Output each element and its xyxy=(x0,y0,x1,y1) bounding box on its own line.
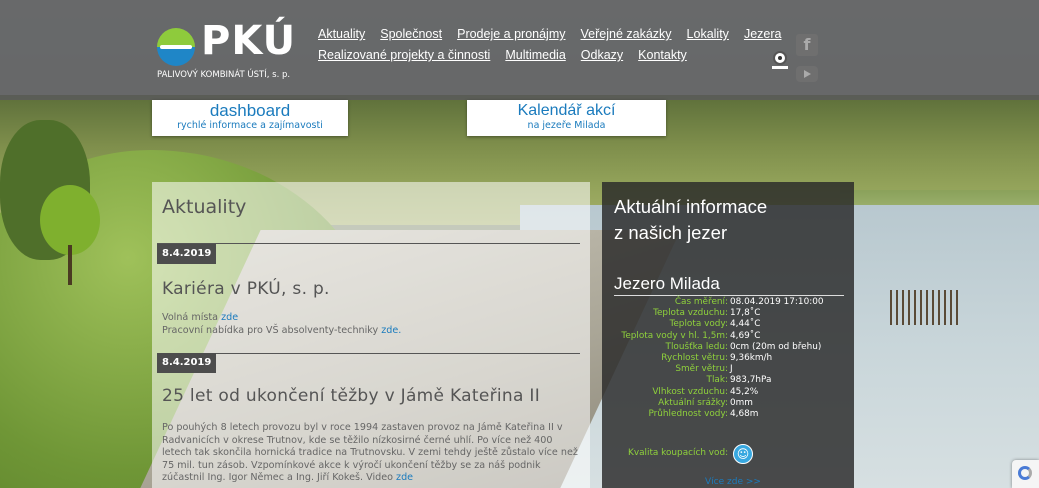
measurement-value: 0cm (20m od břehu) xyxy=(730,341,822,352)
news-link[interactable]: zde xyxy=(221,312,238,323)
measurement-row: Směr větru: J xyxy=(602,364,854,375)
measurement-label: Směr větru: xyxy=(675,364,728,375)
nav-verejne-zakazky[interactable]: Veřejné zakázky xyxy=(581,27,672,41)
lake-name: Jezero Milada xyxy=(614,274,720,293)
recaptcha-badge[interactable] xyxy=(1012,460,1039,488)
logo-drop-icon xyxy=(157,28,195,66)
tab-kalendar-akci[interactable]: Kalendář akcí na jezeře Milada xyxy=(467,100,666,136)
news-date: 8.4.2019 xyxy=(157,244,217,264)
quality-label: Kvalita koupacích vod: xyxy=(628,448,729,458)
measurement-label: Vlhkost vzduchu: xyxy=(652,386,728,397)
measurement-list: Čas měření: 08.04.2019 17:10:00 Teplota vz… xyxy=(602,297,854,420)
news-body: Volná místa zde Pracovní nabídka pro VŠ … xyxy=(162,312,582,337)
measurement-label: Tloušťka ledu: xyxy=(665,341,728,352)
measurement-row: Vlhkost vzduchu: 45,2% xyxy=(602,387,854,398)
news-date: 8.4.2019 xyxy=(157,353,217,373)
measurement-value: 0mm xyxy=(730,397,753,408)
webcam-stand xyxy=(772,66,788,69)
news-text: Po pouhých 8 letech provozu byl v roce 1… xyxy=(162,422,578,484)
news-body: Po pouhých 8 letech provozu byl v roce 1… xyxy=(162,422,582,485)
measurement-row: Teplota vzduchu: 17,8˚C xyxy=(602,308,854,319)
measurement-value: J xyxy=(730,364,733,375)
measurement-row: Průhlednost vody: 4,68m xyxy=(602,409,854,420)
news-title[interactable]: Kariéra v PKÚ, s. p. xyxy=(162,279,330,299)
site-header: PKÚ PALIVOVÝ KOMBINÁT ÚSTÍ, s. p. Aktual… xyxy=(0,0,1039,100)
youtube-icon[interactable] xyxy=(796,66,818,82)
lake-info-panel: Aktuální informace z našich jezer Jezero … xyxy=(602,182,854,488)
info-heading: Aktuální informace z našich jezer xyxy=(614,194,767,246)
nav-prodeje[interactable]: Prodeje a pronájmy xyxy=(457,27,565,41)
measurement-label: Rychlost větru: xyxy=(661,352,728,363)
more-link[interactable]: Více zde >> xyxy=(705,477,761,487)
measurement-label: Průhlednost vody: xyxy=(648,408,728,419)
measurement-value: 17,8˚C xyxy=(730,308,761,319)
tab-dashboard[interactable]: dashboard rychlé informace a zajímavosti xyxy=(152,100,348,136)
measurement-value: 4,44˚C xyxy=(730,319,761,330)
nav-row-1: Aktuality Společnost Prodeje a pronájmy … xyxy=(318,27,788,41)
measurement-row: Rychlost větru: 9,36km/h xyxy=(602,353,854,364)
info-heading-line1: Aktuální informace xyxy=(614,196,768,217)
measurement-value: 9,36km/h xyxy=(730,352,773,363)
measurement-row: Teplota vody v hl. 1,5m: 4,69˚C xyxy=(602,331,854,342)
nav-row-2: Realizované projekty a činnosti Multimed… xyxy=(318,48,788,62)
news-heading: Aktuality xyxy=(162,196,247,218)
measurement-row: Čas měření: 08.04.2019 17:10:00 xyxy=(602,297,854,308)
tab-kalendar-title: Kalendář akcí xyxy=(517,102,616,119)
logo-text: PKÚ xyxy=(201,18,297,64)
nav-aktuality[interactable]: Aktuality xyxy=(318,27,365,41)
info-heading-line2: z našich jezer xyxy=(614,222,728,243)
facebook-icon[interactable]: f xyxy=(796,34,818,56)
news-panel: Aktuality 8.4.2019 Kariéra v PKÚ, s. p. … xyxy=(152,182,590,488)
measurement-row: Tlak: 983,7hPa xyxy=(602,375,854,386)
nav-odkazy[interactable]: Odkazy xyxy=(581,48,623,62)
measurement-label: Čas měření: xyxy=(674,297,728,307)
measurement-label: Teplota vzduchu: xyxy=(653,308,728,319)
measurement-row: Aktuální srážky: 0mm xyxy=(602,398,854,409)
measurement-value: 4,69˚C xyxy=(730,330,761,341)
news-link[interactable]: zde xyxy=(396,472,413,483)
tab-dashboard-title: dashboard xyxy=(209,101,291,120)
news-text: Volná místa xyxy=(162,312,222,323)
measurement-label: Tlak: xyxy=(706,375,728,386)
news-divider xyxy=(157,353,580,354)
social-links: f xyxy=(796,34,818,82)
tab-dashboard-subtitle: rychlé informace a zajímavosti xyxy=(177,120,323,131)
measurement-value: 08.04.2019 17:10:00 xyxy=(730,297,824,307)
nav-kontakty[interactable]: Kontakty xyxy=(638,48,687,62)
nav-lokality[interactable]: Lokality xyxy=(687,27,729,41)
nav-multimedia[interactable]: Multimedia xyxy=(505,48,565,62)
measurement-value: 983,7hPa xyxy=(730,375,772,386)
measurement-value: 45,2% xyxy=(730,386,759,397)
smiley-icon: ☺ xyxy=(733,444,753,464)
site-logo[interactable]: PKÚ PALIVOVÝ KOMBINÁT ÚSTÍ, s. p. xyxy=(157,18,307,84)
measurement-label: Teplota vody v hl. 1,5m: xyxy=(621,330,728,341)
nav-realizovane-projekty[interactable]: Realizované projekty a činnosti xyxy=(318,48,490,62)
measurement-row: Tloušťka ledu: 0cm (20m od břehu) xyxy=(602,342,854,353)
webcam-icon[interactable] xyxy=(773,51,787,65)
nav-spolecnost[interactable]: Společnost xyxy=(380,27,442,41)
tab-kalendar-subtitle: na jezeře Milada xyxy=(527,120,606,131)
measurement-value: 4,68m xyxy=(730,408,759,419)
news-text: Pracovní nabídka pro VŠ absolventy-techn… xyxy=(162,324,382,336)
measurement-row: Teplota vody: 4,44˚C xyxy=(602,319,854,330)
nav-jezera[interactable]: Jezera xyxy=(744,27,782,41)
news-link[interactable]: zde. xyxy=(381,325,401,336)
main-nav: Aktuality Společnost Prodeje a pronájmy … xyxy=(318,27,788,69)
news-title[interactable]: 25 let od ukončení těžby v Jámě Kateřina… xyxy=(162,386,540,406)
logo-subtitle: PALIVOVÝ KOMBINÁT ÚSTÍ, s. p. xyxy=(157,70,291,80)
measurement-label: Teplota vody: xyxy=(669,319,728,330)
measurement-label: Aktuální srážky: xyxy=(658,397,728,408)
info-divider xyxy=(614,295,844,296)
news-divider xyxy=(157,243,580,244)
